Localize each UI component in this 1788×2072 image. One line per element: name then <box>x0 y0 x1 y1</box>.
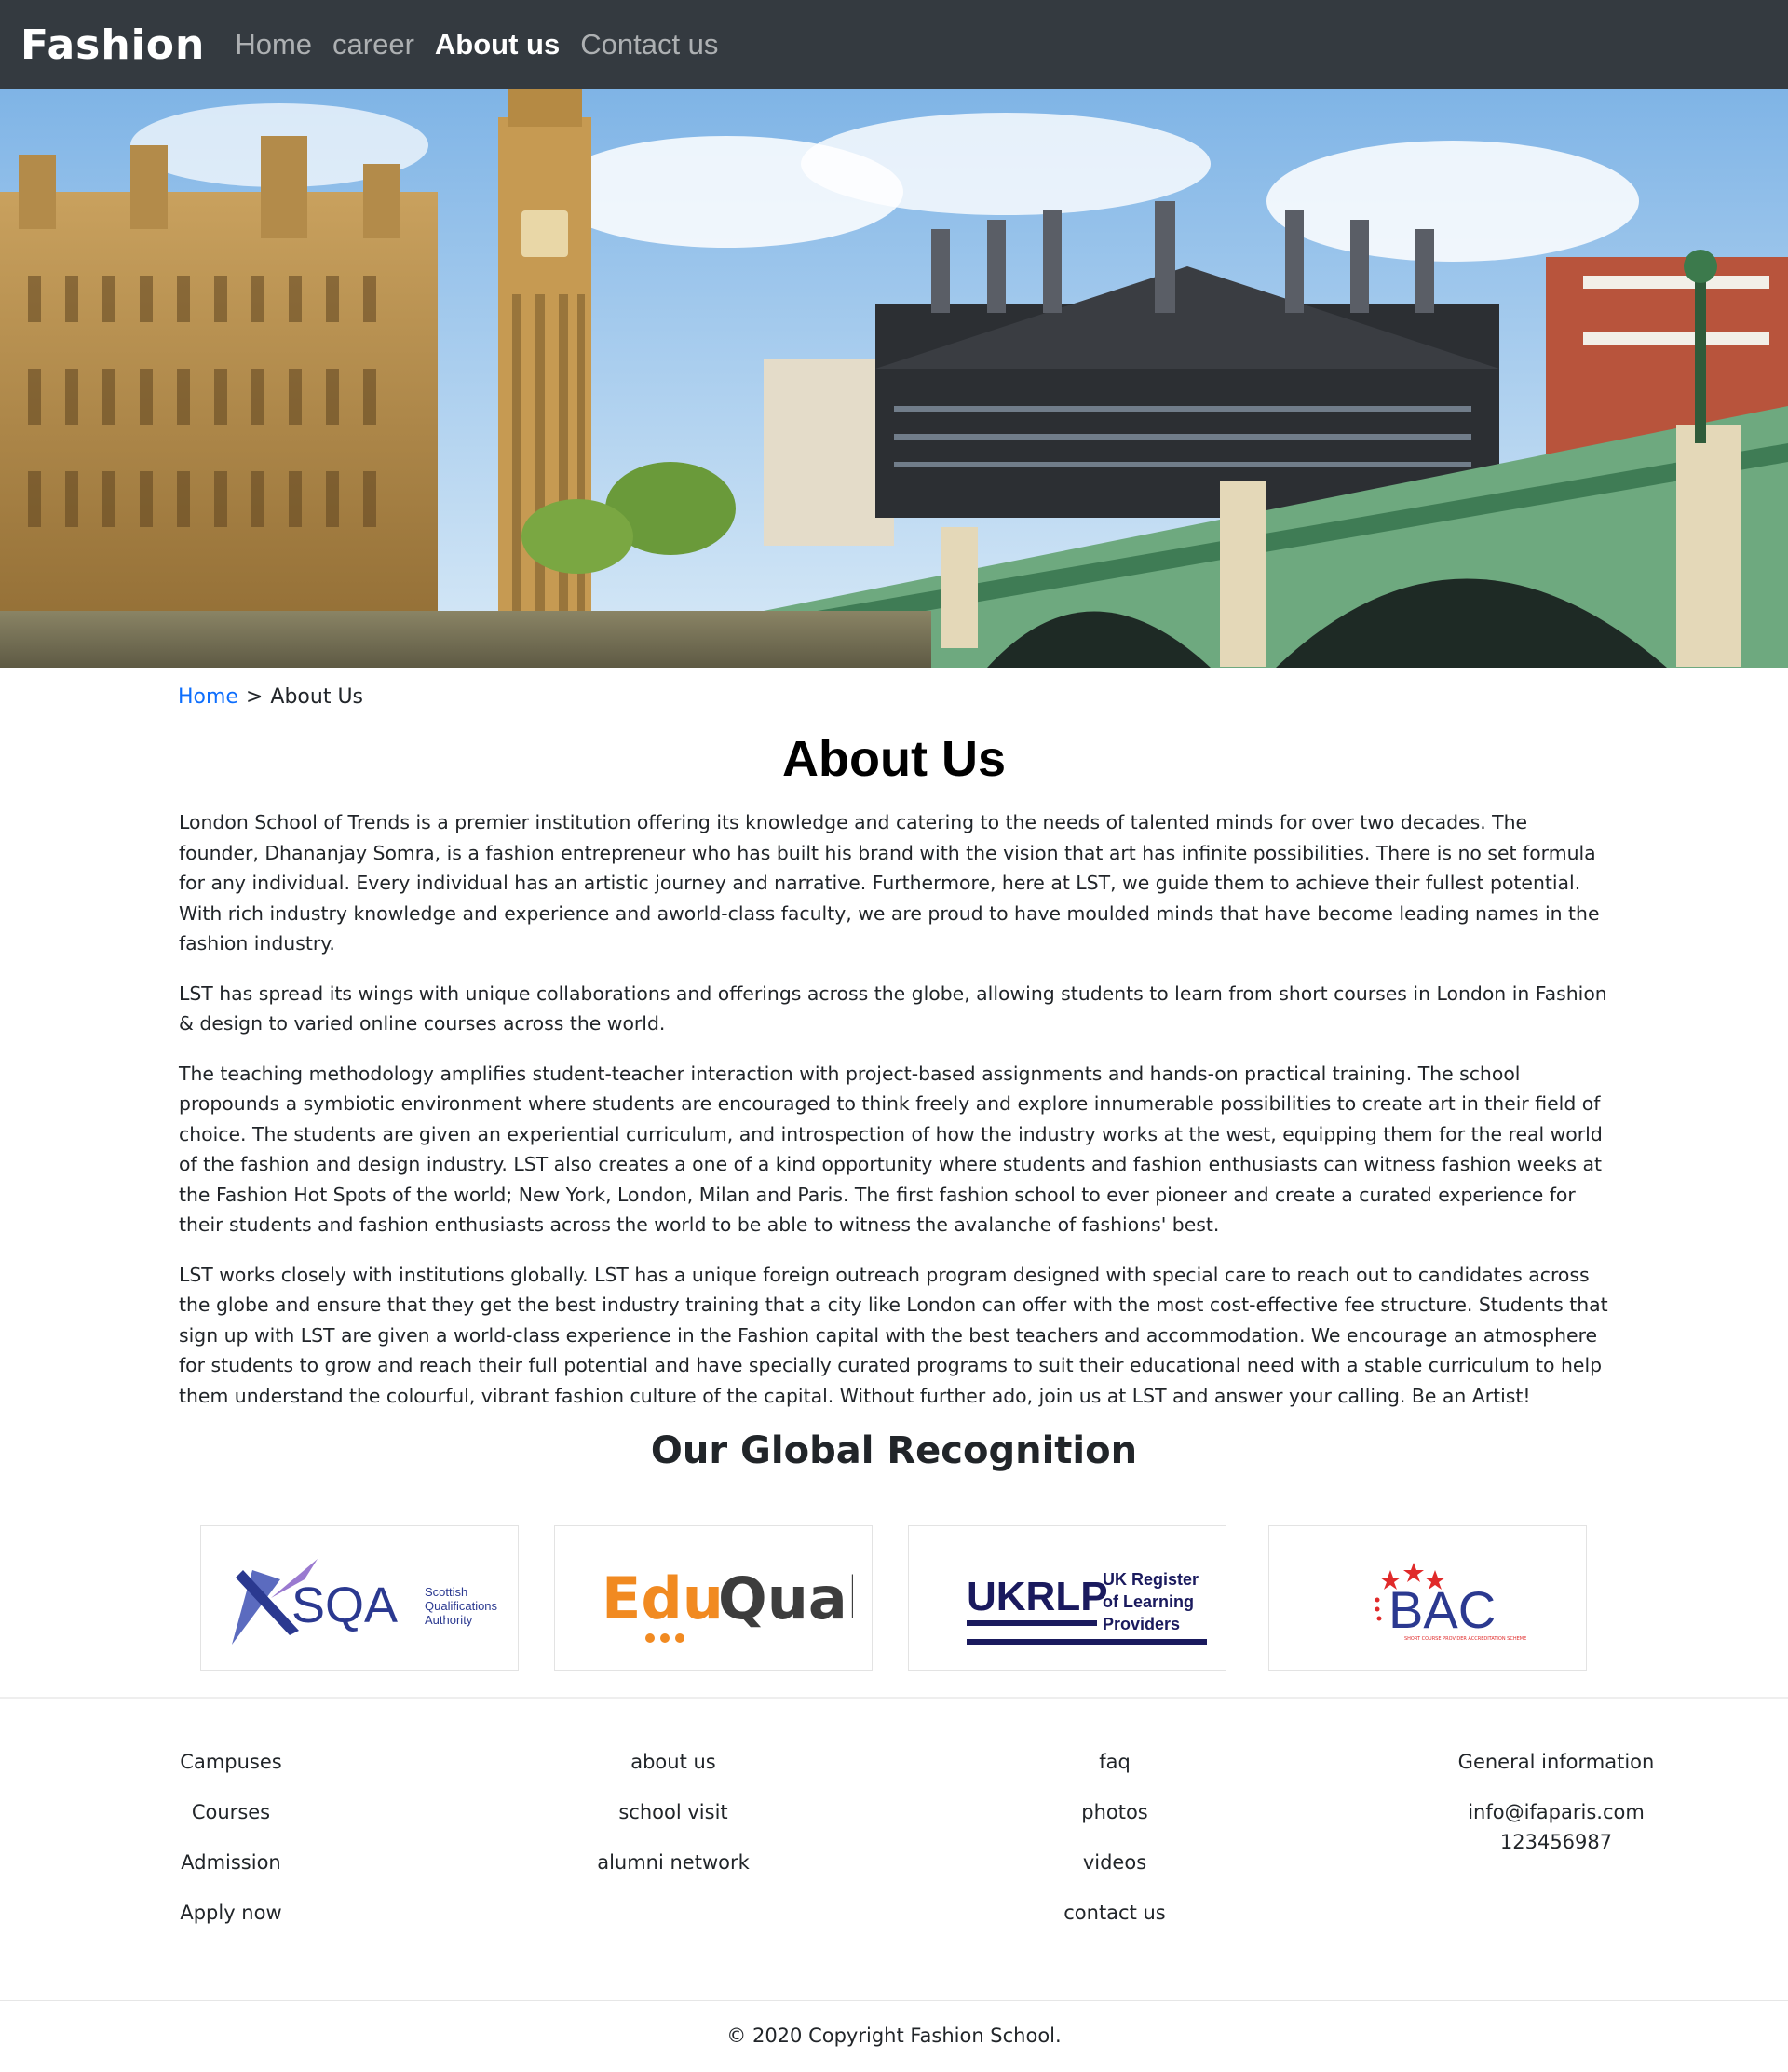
footer-link-campuses[interactable]: Campuses <box>110 1751 352 1801</box>
footer-link-faq[interactable]: faq <box>994 1751 1236 1801</box>
footer-column-1: Campuses Courses Admission Apply now <box>110 1751 352 1952</box>
eduqual-part-2: Qual <box>718 1564 853 1632</box>
logo-eduqual: Edu Qual <box>554 1525 873 1671</box>
about-paragraph: LST has spread its wings with unique col… <box>179 982 1607 1036</box>
footer-column-2: about us school visit alumni network <box>552 1751 794 1902</box>
nav-home[interactable]: Home <box>235 28 312 61</box>
ukrlp-text-3: Providers <box>1103 1615 1180 1633</box>
footer-link-admission[interactable]: Admission <box>110 1851 352 1902</box>
ukrlp-mark: UKRLP <box>967 1574 1108 1619</box>
ukrlp-text-2: of Learning <box>1103 1592 1194 1611</box>
about-paragraph: The teaching methodology amplifies stude… <box>179 1062 1603 1237</box>
recognition-title: Our Global Recognition <box>650 1429 1138 1472</box>
sqa-text-2: Qualifications <box>425 1599 498 1613</box>
nav-contact-us[interactable]: Contact us <box>580 28 718 61</box>
footer-link-alumni-network[interactable]: alumni network <box>552 1851 794 1902</box>
breadcrumb: Home > About Us <box>178 685 363 709</box>
breadcrumb-home-link[interactable]: Home <box>178 685 238 709</box>
brand-logo[interactable]: Fashion <box>20 21 205 69</box>
bac-mark: BAC <box>1388 1580 1496 1639</box>
copyright-text: © 2020 Copyright Fashion School. <box>726 2025 1062 2047</box>
nav-career[interactable]: career <box>332 28 414 61</box>
about-paragraph: LST works closely with institutions glob… <box>179 1263 1608 1407</box>
bac-subtext: SHORT COURSE PROVIDER ACCREDITATION SCHE… <box>1404 1636 1526 1642</box>
breadcrumb-current: About Us <box>270 685 364 709</box>
nav-about-us[interactable]: About us <box>435 28 560 61</box>
footer-email[interactable]: info@ifaparis.com <box>1435 1801 1677 1831</box>
sqa-text-1: Scottish <box>425 1585 467 1599</box>
footer-link-contact-us[interactable]: contact us <box>994 1902 1236 1952</box>
footer-link-videos[interactable]: videos <box>994 1851 1236 1902</box>
footer-link-school-visit[interactable]: school visit <box>552 1801 794 1851</box>
footer-phone: 123456987 <box>1499 1831 1613 1853</box>
ukrlp-text-1: UK Register <box>1103 1570 1199 1589</box>
section-divider <box>0 1697 1788 1699</box>
eduqual-part-1: Edu <box>602 1564 724 1632</box>
footer-link-about-us[interactable]: about us <box>552 1751 794 1801</box>
hero-image <box>0 89 1788 668</box>
footer-link-photos[interactable]: photos <box>994 1801 1236 1851</box>
page-title: About Us <box>782 731 1006 787</box>
logo-sqa: SQA Scottish Qualifications Authority <box>200 1525 519 1671</box>
logo-bac: BAC SHORT COURSE PROVIDER ACCREDITATION … <box>1268 1525 1587 1671</box>
footer-info-title: General information <box>1457 1751 1655 1773</box>
sqa-mark: SQA <box>291 1578 398 1633</box>
footer-link-courses[interactable]: Courses <box>110 1801 352 1851</box>
navbar: Fashion Home career About us Contact us <box>0 0 1788 89</box>
footer-column-4: General information info@ifaparis.com 12… <box>1435 1751 1677 1861</box>
about-content: London School of Trends is a premier ins… <box>179 807 1613 1430</box>
sqa-text-3: Authority <box>425 1613 473 1627</box>
about-paragraph: London School of Trends is a premier ins… <box>179 811 1600 955</box>
footer-link-apply-now[interactable]: Apply now <box>110 1902 352 1952</box>
breadcrumb-separator: > <box>245 685 264 709</box>
recognition-logos: SQA Scottish Qualifications Authority Ed… <box>0 1525 1788 1671</box>
footer-divider <box>0 2000 1788 2001</box>
logo-ukrlp: UKRLP UK Register of Learning Providers <box>908 1525 1226 1671</box>
footer-column-3: faq photos videos contact us <box>994 1751 1236 1952</box>
